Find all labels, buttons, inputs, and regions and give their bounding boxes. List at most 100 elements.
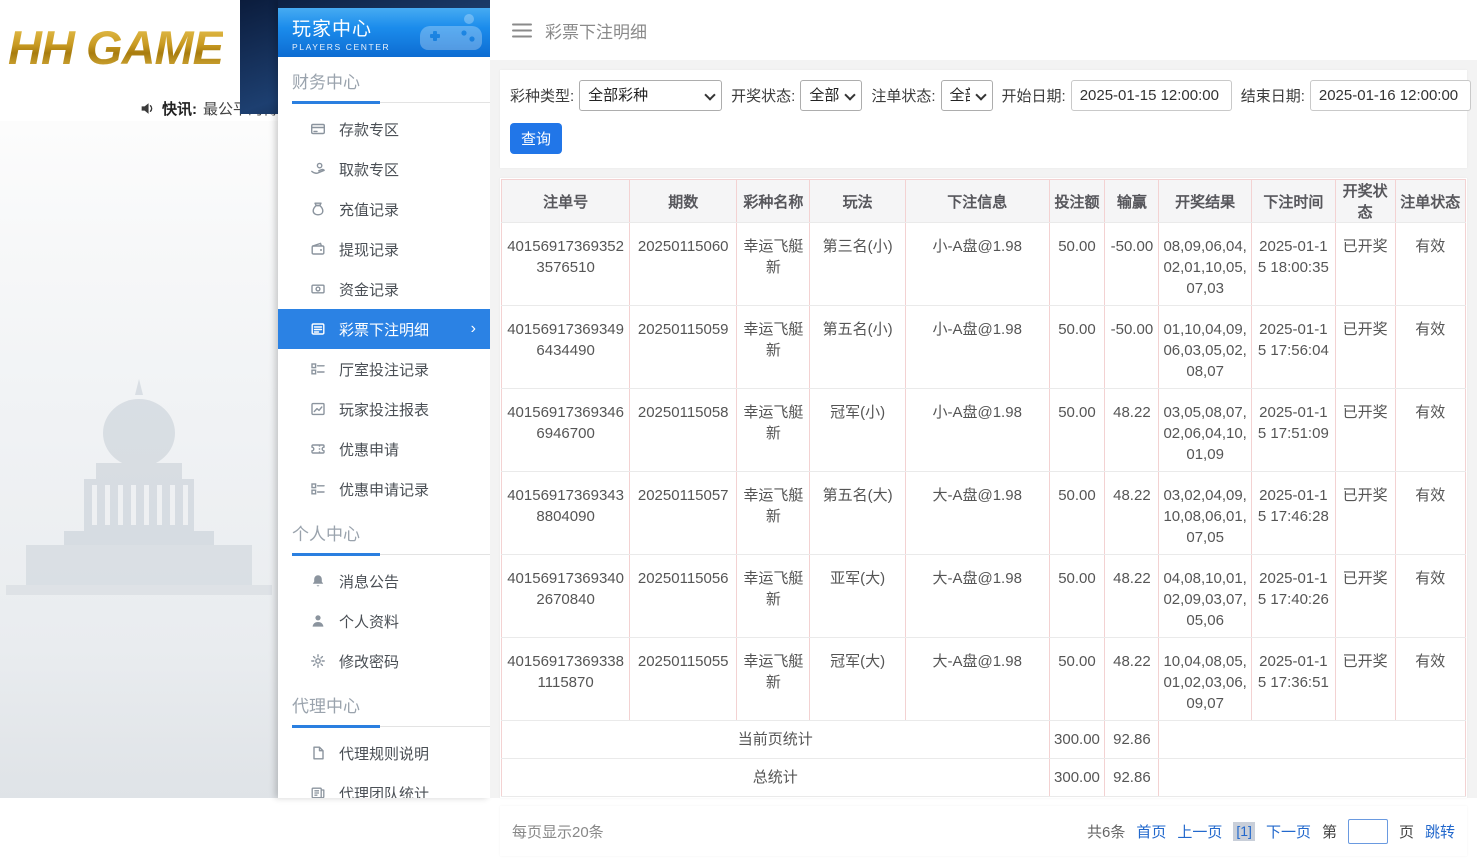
column-header: 开奖结果 [1158, 179, 1252, 223]
wallet-icon [310, 241, 326, 257]
column-header: 彩种名称 [736, 179, 811, 223]
next-page-link[interactable]: 下一页 [1266, 821, 1311, 842]
sidebar-item-money-bag[interactable]: 充值记录 [278, 189, 490, 229]
table-cell: 03,05,08,07,02,06,04,10,01,09 [1158, 388, 1252, 472]
sidebar: 玩家中心 PLAYERS CENTER 财务中心 存款专区 取款专区 充值记录 提现记录… [278, 0, 490, 798]
draw-status-select[interactable]: 全部 [800, 80, 863, 111]
sidebar-item-bell[interactable]: 消息公告 [278, 561, 490, 601]
sidebar-item-hand-money[interactable]: 取款专区 [278, 149, 490, 189]
table-cell: 2025-01-15 17:40:26 [1250, 554, 1336, 638]
speaker-icon [139, 100, 156, 117]
table-header: 注单号 期数 彩种名称 玩法 下注信息 投注额 输赢 开奖结果 下注时间 开奖状态 注单状态 [500, 179, 1467, 223]
hand-money-icon [310, 161, 326, 177]
sidebar-item-label: 代理规则说明 [339, 745, 430, 763]
table-cell: 20250115057 [629, 471, 738, 555]
order-status-select[interactable]: 全部 [940, 80, 993, 111]
summary-winloss-total: 92.86 [1104, 758, 1160, 797]
table-cell: 有效 [1394, 388, 1467, 472]
column-header: 开奖状态 [1334, 179, 1396, 223]
sidebar-item-label: 厅室投注记录 [339, 361, 430, 379]
bell-icon [310, 573, 326, 589]
brand-logo-text: HH GAME [8, 21, 224, 74]
summary-bet-total: 300.00 [1048, 758, 1106, 797]
table-cell: 幸运飞艇新 [736, 305, 811, 389]
table-cell: 有效 [1394, 222, 1467, 306]
table-cell: 20250115060 [629, 222, 738, 306]
current-page-badge[interactable]: [1] [1233, 821, 1255, 841]
table-cell: 2025-01-15 17:36:51 [1250, 637, 1336, 721]
sidebar-item-document[interactable]: 代理规则说明 [278, 733, 490, 773]
menu-toggle-icon[interactable] [512, 23, 532, 38]
table-cell: 已开奖 [1334, 471, 1396, 555]
sidebar-item-label: 存款专区 [339, 121, 400, 139]
jump-button[interactable]: 跳转 [1425, 821, 1455, 842]
sidebar-item-ticket[interactable]: 优惠申请 [278, 429, 490, 469]
sidebar-item-list-grid[interactable]: 厅室投注记录 [278, 349, 490, 389]
sidebar-item-gear[interactable]: 修改密码 [278, 641, 490, 681]
chart-icon [310, 401, 326, 417]
table-cell: 01,10,04,09,06,03,05,02,08,07 [1158, 305, 1252, 389]
sidebar-item-wallet[interactable]: 提现记录 [278, 229, 490, 269]
table-row: 401569173693402670840 20250115056 幸运飞艇新 亚军(… [500, 554, 1467, 638]
table-card: 注单号 期数 彩种名称 玩法 下注信息 投注额 输赢 开奖结果 下注时间 开奖状态 注单状态 401… [500, 178, 1467, 798]
search-button[interactable]: 查询 [510, 123, 563, 154]
sidebar-item-news[interactable]: 代理团队统计 [278, 773, 490, 798]
lottery-type-select[interactable]: 全部彩种 [579, 80, 723, 111]
page-size-text: 每页显示20条 [512, 823, 604, 841]
end-date-label: 结束日期: [1240, 88, 1305, 105]
chevron-right-icon: › [470, 320, 476, 337]
summary-label: 当前页统计 [501, 720, 1050, 759]
sidebar-item-list-grid[interactable]: 优惠申请记录 [278, 469, 490, 509]
page-jump-input[interactable] [1347, 818, 1388, 844]
column-header: 投注额 [1048, 179, 1106, 223]
table-cell: 48.22 [1104, 637, 1160, 721]
sidebar-menu: 财务中心存款专区取款专区充值记录提现记录 资金记录 彩票下注明细 › 厅室投注记录玩家投… [278, 57, 490, 798]
table-cell: 幸运飞艇新 [736, 388, 811, 472]
sidebar-item-label: 消息公告 [339, 573, 400, 591]
column-header: 下注信息 [904, 179, 1050, 223]
filter-row: 彩种类型: 全部彩种 开奖状态: 全部 注单状态: 全部 开始日期: 结束日期: [508, 78, 1471, 111]
sidebar-item-coins[interactable]: 资金记录 [278, 269, 490, 309]
column-header: 注单状态 [1394, 179, 1467, 223]
sidebar-item-credit-card[interactable]: 存款专区 [278, 109, 490, 149]
document-icon [310, 745, 326, 761]
first-page-link[interactable]: 首页 [1136, 821, 1166, 842]
user-icon [310, 613, 326, 629]
draw-status-label: 开奖状态: [731, 88, 796, 105]
sidebar-item-chart[interactable]: 玩家投注报表 [278, 389, 490, 429]
sidebar-item-list-doc[interactable]: 彩票下注明细 › [278, 309, 490, 349]
column-header: 输赢 [1104, 179, 1160, 223]
table-cell: 03,02,04,09,10,08,06,01,07,05 [1158, 471, 1252, 555]
sidebar-item-user[interactable]: 个人资料 [278, 601, 490, 641]
table-cell: 第五名(小) [809, 305, 906, 389]
table-cell: 幸运飞艇新 [736, 554, 811, 638]
summary-empty [1158, 758, 1466, 797]
table-cell: 已开奖 [1334, 305, 1396, 389]
page-topbar: 彩票下注明细 [490, 0, 1477, 60]
summary-row: 当前页统计 300.00 92.86 [501, 720, 1466, 759]
money-bag-icon [310, 201, 326, 217]
table-cell: 已开奖 [1334, 388, 1396, 472]
prev-page-link[interactable]: 上一页 [1177, 821, 1222, 842]
section-heading: 代理中心 [292, 697, 360, 716]
table-cell: 50.00 [1048, 305, 1106, 389]
table-cell: 大-A盘@1.98 [904, 471, 1050, 555]
jump-suffix-text: 页 [1398, 823, 1414, 841]
section-underline [292, 553, 490, 556]
start-date-input[interactable] [1070, 80, 1232, 111]
table-cell: 20250115058 [629, 388, 738, 472]
table-cell: 第三名(小) [809, 222, 906, 306]
table-row: 401569173693523576510 20250115060 幸运飞艇新 第三名… [500, 222, 1467, 306]
table-row: 401569173693496434490 20250115059 幸运飞艇新 第五名… [500, 305, 1467, 389]
table-cell: -50.00 [1104, 305, 1160, 389]
end-date-input[interactable] [1309, 80, 1471, 111]
sidebar-item-label: 代理团队统计 [339, 785, 430, 799]
column-header: 玩法 [809, 179, 906, 223]
section-heading: 个人中心 [292, 525, 360, 544]
list-grid-icon [310, 481, 326, 497]
table-cell: 2025-01-15 18:00:35 [1250, 222, 1336, 306]
table-cell: 2025-01-15 17:51:09 [1250, 388, 1336, 472]
jump-prefix-text: 第 [1321, 823, 1337, 841]
section-heading: 财务中心 [292, 73, 360, 92]
sidebar-item-label: 充值记录 [339, 201, 400, 219]
